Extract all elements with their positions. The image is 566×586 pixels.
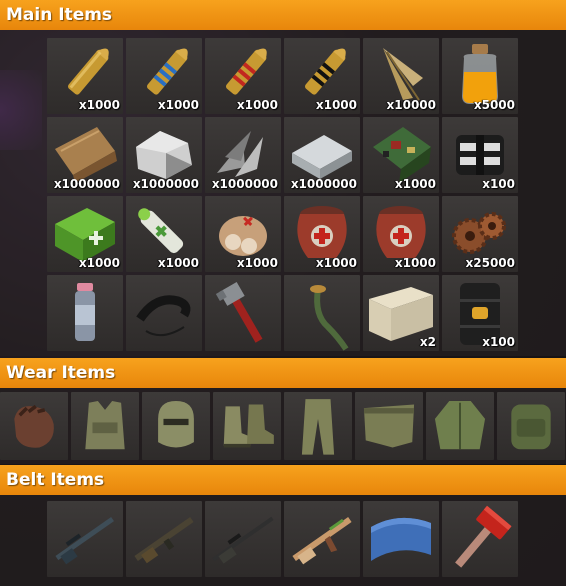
- slot-qty: x1000: [78, 98, 120, 112]
- slot-tech-trash[interactable]: x1000: [363, 117, 439, 193]
- belt-items-title: Belt Items: [6, 470, 105, 490]
- slot-qty: x1000: [394, 256, 436, 270]
- slot-sledgehammer[interactable]: [442, 501, 518, 577]
- slot-hv-rifle-ammo[interactable]: x1000: [126, 38, 202, 114]
- pipe-wrench-icon: [215, 282, 263, 343]
- wear-items-title: Wear Items: [6, 363, 116, 383]
- slot-facemask[interactable]: [142, 392, 210, 460]
- slot-backpack[interactable]: [497, 392, 565, 460]
- slot-spray-can[interactable]: [47, 275, 123, 351]
- wear-items-header: Wear Items: [0, 358, 566, 388]
- hose-icon: [310, 285, 349, 351]
- slot-hose[interactable]: [284, 275, 360, 351]
- boots-icon: [223, 404, 274, 448]
- jacket-icon: [434, 400, 486, 450]
- slot-ak-rifle[interactable]: [284, 501, 360, 577]
- slot-qty: x25000: [465, 256, 516, 270]
- blueprint-paper-icon: [371, 517, 431, 561]
- slot-vest[interactable]: [71, 392, 139, 460]
- slot-bolt-rifle[interactable]: [205, 501, 281, 577]
- belt-items-header: Belt Items: [0, 465, 566, 495]
- slot-jacket[interactable]: [426, 392, 494, 460]
- sledgehammer-icon: [455, 505, 512, 568]
- kilt-icon: [363, 404, 415, 448]
- slot-rifle-ammo[interactable]: x1000: [47, 38, 123, 114]
- slot-qty: x1000: [157, 98, 199, 112]
- slot-qty: x1000: [315, 98, 357, 112]
- main-items-title: Main Items: [6, 5, 113, 25]
- slot-incendiary-ammo[interactable]: x1000: [205, 38, 281, 114]
- slot-qty: x1000000: [290, 177, 357, 191]
- bolt-rifle-icon: [212, 516, 274, 564]
- slot-oil-barrel[interactable]: x100: [442, 275, 518, 351]
- spray-can-icon: [75, 283, 95, 341]
- slot-bandage[interactable]: x1000: [205, 196, 281, 272]
- slot-qty: x1000: [394, 177, 436, 191]
- slot-hq-metal[interactable]: x1000000: [284, 117, 360, 193]
- pants-icon: [301, 399, 335, 455]
- slot-medical-kit[interactable]: x1000: [47, 196, 123, 272]
- slot-qty: x1000: [236, 98, 278, 112]
- slot-arrow[interactable]: x10000: [363, 38, 439, 114]
- slot-qty: x100: [482, 335, 515, 349]
- slot-kilt[interactable]: [355, 392, 423, 460]
- slot-sniper-rifle[interactable]: [47, 501, 123, 577]
- slot-sewing-kit[interactable]: x100: [442, 117, 518, 193]
- slot-qty: x1000: [157, 256, 199, 270]
- slot-qty: x5000: [473, 98, 515, 112]
- slot-pants[interactable]: [284, 392, 352, 460]
- main-items-header: Main Items: [0, 0, 566, 30]
- slot-low-grade-fuel[interactable]: x5000: [442, 38, 518, 114]
- slot-qty: x1000000: [132, 177, 199, 191]
- slot-explosive-ammo[interactable]: x1000: [284, 38, 360, 114]
- slot-syringe[interactable]: x1000: [126, 196, 202, 272]
- backpack-icon: [511, 404, 551, 450]
- slot-metal-fragments[interactable]: x1000000: [205, 117, 281, 193]
- gloves-icon: [14, 404, 54, 448]
- slot-qty: x1000000: [211, 177, 278, 191]
- slot-qty: x1000000: [53, 177, 120, 191]
- slot-qty: x10000: [386, 98, 437, 112]
- slot-qty: x100: [482, 177, 515, 191]
- slot-qty: x1000: [78, 256, 120, 270]
- slot-wood[interactable]: x1000000: [47, 117, 123, 193]
- slot-stones[interactable]: x1000000: [126, 117, 202, 193]
- sniper-rifle-icon: [55, 517, 114, 565]
- slot-boots[interactable]: [213, 392, 281, 460]
- slot-qty: x1000: [315, 256, 357, 270]
- slot-gears[interactable]: x25000: [442, 196, 518, 272]
- slot-wooden-box[interactable]: x2: [363, 275, 439, 351]
- slot-rope[interactable]: [126, 275, 202, 351]
- rope-icon: [136, 295, 191, 337]
- vest-icon: [85, 400, 125, 450]
- slot-assault-rifle[interactable]: [126, 501, 202, 577]
- slot-explosives-pot-2[interactable]: x1000: [363, 196, 439, 272]
- slot-explosives-pot-1[interactable]: x1000: [284, 196, 360, 272]
- slot-qty: x2: [419, 335, 436, 349]
- slot-gloves[interactable]: [0, 392, 68, 460]
- assault-rifle-icon: [134, 517, 194, 564]
- slot-pipe-wrench[interactable]: [205, 275, 281, 351]
- facemask-icon: [158, 400, 194, 448]
- ak-rifle-icon: [292, 517, 352, 565]
- slot-qty: x1000: [236, 256, 278, 270]
- slot-blueprint-paper[interactable]: [363, 501, 439, 577]
